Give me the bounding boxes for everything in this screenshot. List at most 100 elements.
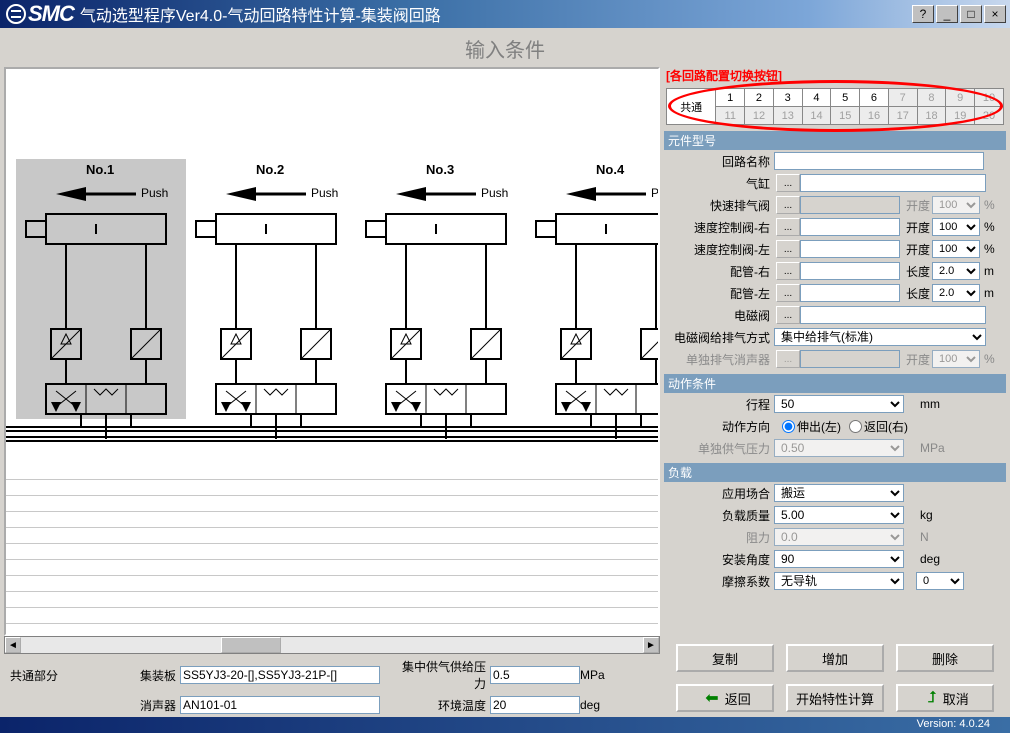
tab-3[interactable]: 3 xyxy=(773,89,802,107)
scroll-left-icon[interactable]: ◄ xyxy=(5,637,21,653)
stroke-select[interactable]: 50 xyxy=(774,395,904,413)
pipe-l-length-select[interactable]: 2.0 xyxy=(932,284,980,302)
pipe-r-extra-label: 长度 xyxy=(900,263,932,280)
direction-label: 动作方向 xyxy=(664,418,774,435)
scroll-right-icon[interactable]: ► xyxy=(643,637,659,653)
speed-ctrl-r-opening-select[interactable]: 100 xyxy=(932,218,980,236)
pipe-l-input[interactable] xyxy=(800,284,900,302)
section-components-title: 元件型号 xyxy=(664,131,1006,150)
pipe-l-label: 配管-左 xyxy=(664,285,774,302)
quick-exhaust-opening-select[interactable]: 100 xyxy=(932,196,980,214)
angle-select[interactable]: 90 xyxy=(774,550,904,568)
circuit-name-input[interactable] xyxy=(774,152,984,170)
silencer-input[interactable] xyxy=(180,696,380,714)
svg-text:No.4: No.4 xyxy=(596,162,625,177)
pneumatic-schematic-svg: No.1 Push No.2 Push xyxy=(6,69,660,469)
speed-ctrl-r-browse-button[interactable]: ... xyxy=(776,218,800,236)
delete-button[interactable]: 删除 xyxy=(896,644,994,672)
mass-select[interactable]: 5.00 xyxy=(774,506,904,524)
mass-unit: kg xyxy=(904,508,944,522)
pipe-l-browse-button[interactable]: ... xyxy=(776,284,800,302)
close-button[interactable]: × xyxy=(984,5,1006,23)
application-select[interactable]: 搬运 xyxy=(774,484,904,502)
tab-1[interactable]: 1 xyxy=(716,89,745,107)
tab-5[interactable]: 5 xyxy=(831,89,860,107)
speed-ctrl-l-opening-select[interactable]: 100 xyxy=(932,240,980,258)
cylinder-label: 气缸 xyxy=(664,175,774,192)
tabs-header-label: [各回路配置切换按钮] xyxy=(664,67,1006,86)
tab-common[interactable]: 共通 xyxy=(667,89,716,125)
pipe-l-unit: m xyxy=(980,286,1000,300)
load-form: 应用场合 搬运 负载质量 5.00 kg 阻力 0.0 N 安装角度 90 de… xyxy=(664,482,1006,592)
diagram-hscrollbar[interactable]: ◄ ► xyxy=(4,636,660,654)
tab-7[interactable]: 7 xyxy=(888,89,917,107)
tab-9[interactable]: 9 xyxy=(946,89,975,107)
solenoid-browse-button[interactable]: ... xyxy=(776,306,800,324)
speed-ctrl-l-browse-button[interactable]: ... xyxy=(776,240,800,258)
scroll-thumb[interactable] xyxy=(221,637,281,653)
tab-15[interactable]: 15 xyxy=(831,107,860,125)
minimize-button[interactable]: _ xyxy=(936,5,958,23)
svg-text:Push: Push xyxy=(651,186,660,200)
pipe-r-length-select[interactable]: 2.0 xyxy=(932,262,980,280)
quick-exhaust-input[interactable] xyxy=(800,196,900,214)
supply-press-unit: MPa xyxy=(580,668,620,682)
friction-select[interactable]: 无导轨 xyxy=(774,572,904,590)
pipe-r-input[interactable] xyxy=(800,262,900,280)
friction-spin[interactable]: 0 xyxy=(916,572,964,590)
supply-press-input[interactable] xyxy=(490,666,580,684)
svg-text:No.1: No.1 xyxy=(86,162,114,177)
indiv-press-unit: MPa xyxy=(904,441,944,455)
indiv-press-select: 0.50 xyxy=(774,439,904,457)
speed-ctrl-l-input[interactable] xyxy=(800,240,900,258)
circuit-tabs: 共通 1 2 3 4 5 6 7 8 9 10 11 12 xyxy=(664,86,1006,127)
quick-exhaust-extra-label: 开度 xyxy=(900,197,932,214)
page-title: 输入条件 xyxy=(4,32,1006,67)
tab-17[interactable]: 17 xyxy=(888,107,917,125)
angle-label: 安装角度 xyxy=(664,551,774,568)
calc-button[interactable]: 开始特性计算 xyxy=(786,684,884,712)
tab-19[interactable]: 19 xyxy=(946,107,975,125)
tab-12[interactable]: 12 xyxy=(745,107,774,125)
help-button[interactable]: ? xyxy=(912,5,934,23)
direction-extend-radio[interactable] xyxy=(782,420,795,433)
env-temp-input[interactable] xyxy=(490,696,580,714)
tab-8[interactable]: 8 xyxy=(917,89,946,107)
tab-6[interactable]: 6 xyxy=(860,89,889,107)
scroll-track[interactable] xyxy=(21,637,643,653)
direction-return-radio[interactable] xyxy=(849,420,862,433)
application-label: 应用场合 xyxy=(664,485,774,502)
speed-ctrl-l-extra-label: 开度 xyxy=(900,241,932,258)
tab-4[interactable]: 4 xyxy=(802,89,831,107)
quick-exhaust-label: 快速排气阀 xyxy=(664,197,774,214)
tab-16[interactable]: 16 xyxy=(860,107,889,125)
speed-ctrl-r-input[interactable] xyxy=(800,218,900,236)
solenoid-input[interactable] xyxy=(800,306,986,324)
indiv-silencer-input xyxy=(800,350,900,368)
tab-10[interactable]: 10 xyxy=(975,89,1004,107)
supply-type-select[interactable]: 集中给排气(标准) xyxy=(774,328,986,346)
resistance-unit: N xyxy=(904,530,944,544)
circuit-diagram[interactable]: No.1 Push No.2 Push xyxy=(4,67,660,636)
tab-2[interactable]: 2 xyxy=(745,89,774,107)
tab-13[interactable]: 13 xyxy=(773,107,802,125)
tab-11[interactable]: 11 xyxy=(716,107,745,125)
copy-button[interactable]: 复制 xyxy=(676,644,774,672)
manifold-input[interactable] xyxy=(180,666,380,684)
cylinder-input[interactable] xyxy=(800,174,986,192)
tab-18[interactable]: 18 xyxy=(917,107,946,125)
back-button[interactable]: ⬅ 返回 xyxy=(676,684,774,712)
cylinder-browse-button[interactable]: ... xyxy=(776,174,800,192)
indiv-silencer-browse-button[interactable]: ... xyxy=(776,350,800,368)
quick-exhaust-browse-button[interactable]: ... xyxy=(776,196,800,214)
pipe-r-browse-button[interactable]: ... xyxy=(776,262,800,280)
env-temp-unit: deg xyxy=(580,698,620,712)
tab-20[interactable]: 20 xyxy=(975,107,1004,125)
indiv-silencer-opening-select: 100 xyxy=(932,350,980,368)
add-button[interactable]: 增加 xyxy=(786,644,884,672)
stroke-unit: mm xyxy=(904,397,944,411)
tab-14[interactable]: 14 xyxy=(802,107,831,125)
speed-ctrl-r-extra-label: 开度 xyxy=(900,219,932,236)
cancel-button[interactable]: ⮥ 取消 xyxy=(896,684,994,712)
maximize-button[interactable]: □ xyxy=(960,5,982,23)
